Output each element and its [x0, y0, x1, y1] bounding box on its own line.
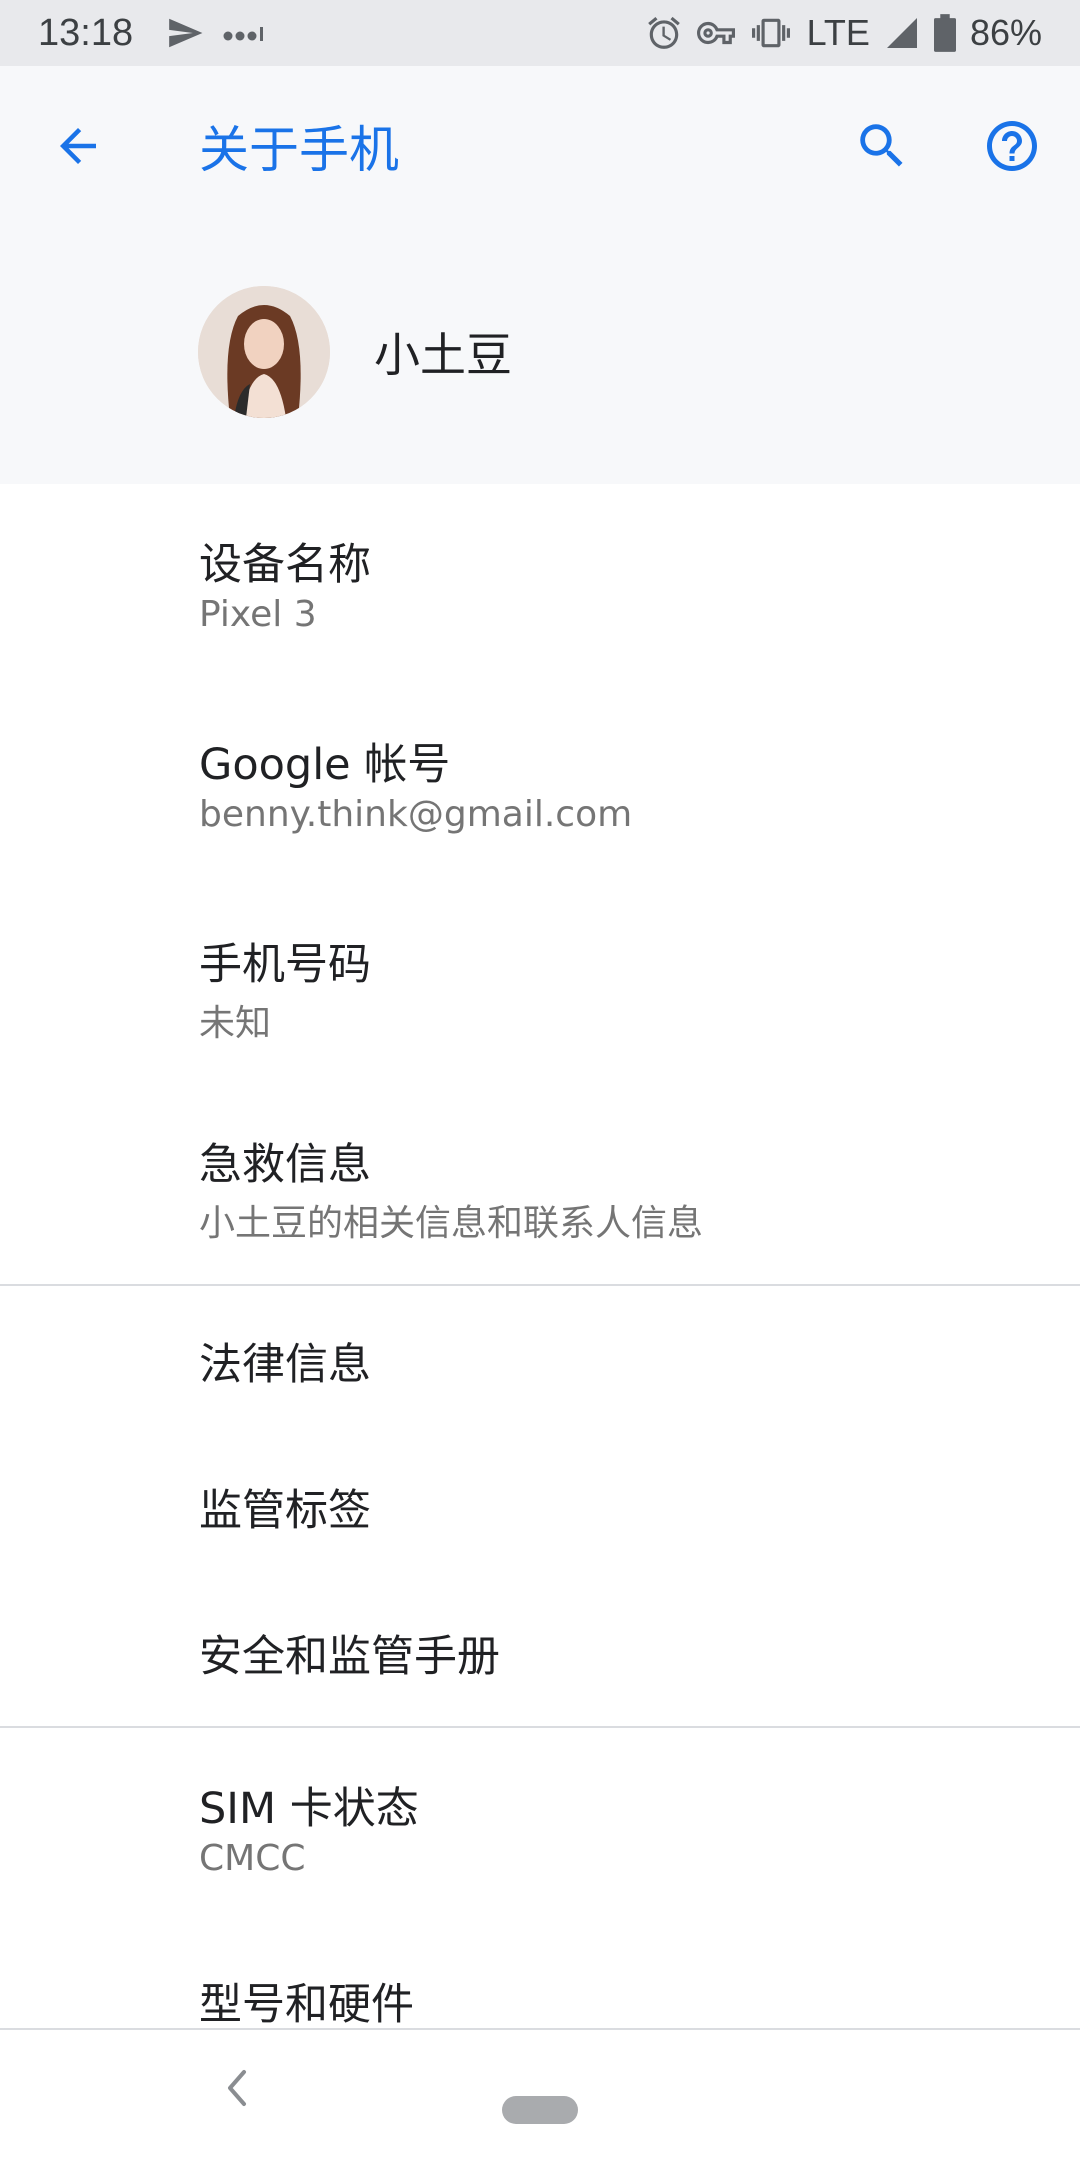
list-item-emergency-info[interactable]: 急救信息 小土豆的相关信息和联系人信息 [0, 1084, 1080, 1284]
status-system-icons: LTE 86% [645, 0, 1042, 66]
page-title: 关于手机 [199, 121, 399, 179]
list-item-legal-info[interactable]: 法律信息 [0, 1286, 1080, 1432]
help-icon [982, 116, 1042, 180]
app-header: 关于手机 小土豆 [0, 66, 1080, 484]
vibrate-icon [749, 14, 793, 52]
list-item-model-hardware[interactable]: 型号和硬件 [0, 1928, 1080, 2030]
avatar [198, 286, 330, 418]
list-item-regulatory-labels[interactable]: 监管标签 [0, 1432, 1080, 1580]
status-time: 13:18 [38, 12, 134, 54]
item-subtitle: CMCC [199, 1838, 306, 1879]
item-title: 急救信息 [199, 1140, 371, 1190]
status-bar: 13:18 LTE 86% [0, 0, 1080, 66]
navigation-bar [0, 2028, 1080, 2162]
nav-back-icon [222, 2068, 250, 2112]
profile-name: 小土豆 [374, 328, 512, 382]
item-title: 设备名称 [199, 540, 371, 590]
search-icon [853, 117, 911, 179]
item-subtitle: benny.think@gmail.com [199, 794, 633, 835]
item-subtitle: 小土豆的相关信息和联系人信息 [199, 1203, 704, 1244]
list-item-device-name[interactable]: 设备名称 Pixel 3 [0, 484, 1080, 684]
item-subtitle: 未知 [199, 1003, 272, 1044]
item-title: 型号和硬件 [199, 1980, 414, 2030]
item-title: 监管标签 [199, 1486, 371, 1536]
status-notification-icons [166, 0, 266, 66]
network-type: LTE [806, 12, 870, 53]
search-button[interactable] [842, 108, 922, 188]
profile-row[interactable]: 小土豆 [198, 286, 512, 418]
item-subtitle: Pixel 3 [199, 594, 317, 635]
settings-list: 设备名称 Pixel 3 Google 帐号 benny.think@gmail… [0, 484, 1080, 2030]
list-item-google-account[interactable]: Google 帐号 benny.think@gmail.com [0, 684, 1080, 884]
home-pill-icon[interactable] [502, 2096, 578, 2124]
list-item-safety-manual[interactable]: 安全和监管手册 [0, 1580, 1080, 1726]
nav-back-button[interactable] [214, 2068, 258, 2112]
item-title: SIM 卡状态 [199, 1784, 419, 1834]
vpn-key-icon [696, 14, 735, 52]
alarm-icon [645, 14, 683, 52]
more-dots-icon [222, 14, 266, 52]
item-title: 法律信息 [199, 1340, 371, 1390]
list-item-sim-status[interactable]: SIM 卡状态 CMCC [0, 1728, 1080, 1928]
item-title: Google 帐号 [199, 740, 451, 790]
battery-icon [933, 14, 956, 52]
help-button[interactable] [972, 108, 1052, 188]
send-icon [166, 14, 204, 52]
battery-level: 86% [969, 12, 1042, 53]
list-item-phone-number[interactable]: 手机号码 未知 [0, 884, 1080, 1084]
signal-icon [884, 15, 920, 51]
back-arrow-icon [51, 119, 105, 177]
item-title: 安全和监管手册 [199, 1632, 500, 1682]
back-button[interactable] [38, 108, 118, 188]
item-title: 手机号码 [199, 940, 371, 990]
